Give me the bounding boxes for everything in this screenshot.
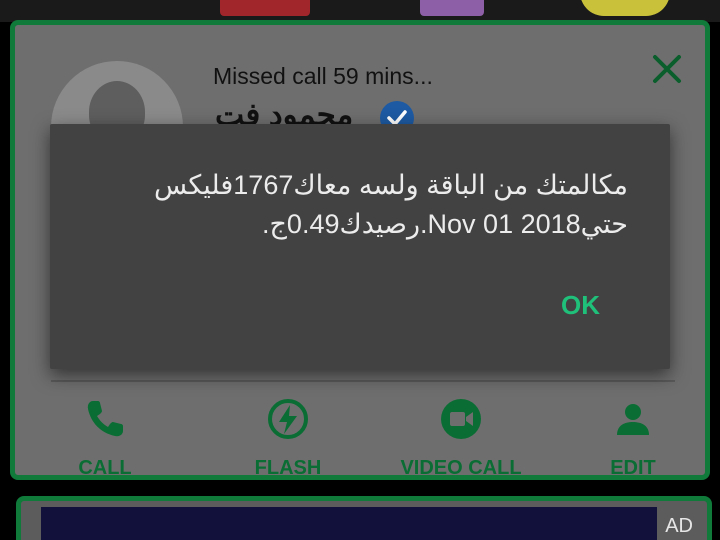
action-bar: CALL FLASH VIDEO CALL EDIT (35, 397, 695, 487)
background-tile (220, 0, 310, 16)
edit-button[interactable]: EDIT (563, 397, 703, 485)
close-icon[interactable] (649, 51, 685, 87)
dialog-message: مكالمتك من الباقة ولسه معاك1767فليكس حتي… (120, 166, 628, 244)
video-call-button[interactable]: VIDEO CALL (391, 397, 531, 485)
edit-label: EDIT (610, 457, 656, 479)
flash-icon (266, 397, 310, 441)
missed-call-label: Missed call 59 mins... (213, 63, 433, 89)
message-dialog: مكالمتك من الباقة ولسه معاك1767فليكس حتي… (50, 124, 670, 369)
dialog-message-line: مكالمتك من الباقة ولسه معاك1767فليكس (153, 170, 628, 200)
ad-label: AD (665, 515, 693, 537)
ok-button[interactable]: OK (561, 288, 600, 323)
background-tile (580, 0, 670, 16)
background-tile (420, 0, 484, 16)
flash-label: FLASH (254, 457, 322, 479)
background-app-strip (0, 0, 720, 22)
phone-icon (83, 397, 127, 441)
video-call-label: VIDEO CALL (400, 457, 522, 479)
ad-card[interactable]: AD (16, 496, 712, 540)
call-label: CALL (78, 457, 132, 479)
person-icon (611, 397, 655, 441)
ad-image[interactable] (41, 507, 657, 540)
video-call-icon (439, 397, 483, 441)
flash-button[interactable]: FLASH (218, 397, 358, 485)
call-button[interactable]: CALL (35, 397, 175, 485)
divider (51, 380, 675, 382)
dialog-message-line: حتيNov 01 2018.رصيدك0.49ج. (261, 209, 628, 239)
